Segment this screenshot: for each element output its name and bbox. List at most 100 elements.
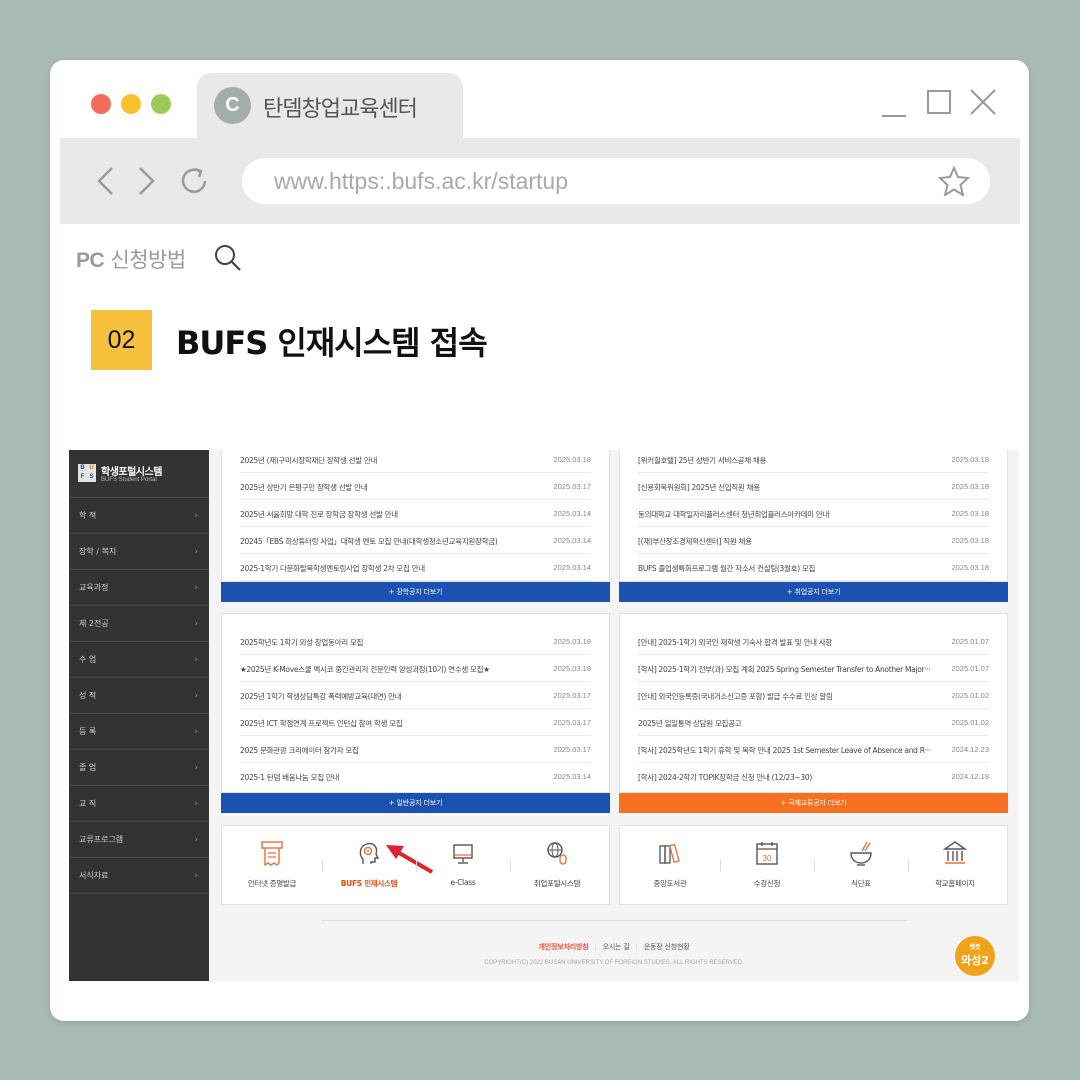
close-icon[interactable]	[970, 88, 996, 118]
portal-menu: 학 적 › 장학 / 복지 › 교육과정 › 제 2전공 › 수 업 › 성 적 › 등 록…	[69, 498, 209, 894]
step-number-badge: 02	[91, 310, 152, 370]
chevron-right-icon: ›	[194, 619, 198, 629]
list-item[interactable]: [학사] 2025-1학기 전부(과) 모집 계획 2025 Spring Se…	[638, 655, 989, 682]
chatbot-button[interactable]: 챗봇 와성2	[955, 936, 995, 976]
shortcuts-left: 인터넷 증명발급 BUFS 인재시스템 e-Class 취업포털시스템	[221, 825, 610, 905]
list-item[interactable]: [안내] 2025-1학기 외국인 재학생 기숙사 합격 발표 및 안내 사항 2…	[638, 628, 989, 655]
menu-item-registration[interactable]: 등 록 ›	[69, 714, 209, 750]
field-status-link[interactable]: 운동장 신청현황	[644, 943, 690, 951]
list-item[interactable]: ★2025년 K-Move스쿨 멕시코 중간관리자 전문인력 양성과정(10기)…	[240, 655, 591, 682]
footer-links: 개인정보처리방침 | 오시는 길 | 운동장 신청현황	[538, 943, 690, 951]
step-title: BUFS 인재시스템 접속	[176, 324, 488, 362]
zoom-window-dot[interactable]	[151, 94, 171, 114]
menu-item-second-major[interactable]: 제 2전공 ›	[69, 606, 209, 642]
chevron-right-icon: ›	[194, 583, 198, 593]
list-item[interactable]: [위커힐호텔] 25년 상반기 서비스공채 채용 2025.03.18	[638, 450, 989, 473]
chevron-right-icon: ›	[194, 799, 198, 809]
list-item[interactable]: 20245「EBS 희상튜터링 사업」대학생 멘토 모집 안내(대학생청소년교육…	[240, 527, 591, 554]
url-text: www.https:.bufs.ac.kr/startup	[274, 168, 569, 194]
international-more-button[interactable]: + 국제교류공지 더보기	[619, 793, 1008, 813]
chevron-right-icon: ›	[194, 547, 198, 557]
list-item[interactable]: BUFS 졸업생특화프로그램 월간 자소서 컨설팅(3월호) 모집 2025.03…	[638, 554, 989, 581]
page-content: PC 신청방법 02 BUFS 인재시스템 접속 B U F S 학생포털시스템…	[50, 224, 1029, 1021]
portal-sidebar: B U F S 학생포털시스템 BUFS Student Portal 학 적 ›…	[69, 450, 209, 981]
copyright: COPYRIGHT(C) 2022 BUSAN UNIVERSITY OF FO…	[484, 960, 744, 966]
list-item[interactable]: 2025년 1학기 학생상담특강 폭력예방교육(대면) 안내 2025.03.17	[240, 682, 591, 709]
menu-item-classes[interactable]: 수 업 ›	[69, 642, 209, 678]
rice-bowl-icon	[850, 841, 872, 866]
list-item[interactable]: [학사] 2025학년도 1학기 휴학 및 복학 안내 2025 1st Sem…	[638, 736, 989, 763]
close-window-dot[interactable]	[91, 94, 111, 114]
shortcut-menu[interactable]: 식단표	[815, 826, 907, 906]
building-icon	[943, 841, 967, 864]
chevron-right-icon: ›	[194, 727, 198, 737]
search-icon	[215, 245, 241, 271]
svg-text:30: 30	[763, 854, 772, 863]
privacy-link[interactable]: 개인정보처리방침	[539, 943, 589, 951]
menu-item-teaching[interactable]: 교 직 ›	[69, 786, 209, 822]
menu-item-grades[interactable]: 성 적 ›	[69, 678, 209, 714]
list-item[interactable]: 2025년 ICT 학점연계 프로젝트 인턴십 참여 학생 모집 2025.03.…	[240, 709, 591, 736]
list-item[interactable]: [안내] 외국인등록증(국내거소신고증 포함) 발급 수수료 인상 알림 2025…	[638, 682, 989, 709]
globe-mouse-icon	[547, 842, 567, 865]
bufs-logo-icon: B U F S	[78, 464, 96, 482]
list-item[interactable]: 2025-1학기 다문화탈북학생멘토링사업 장학생 2차 모집 안내 2025.0…	[240, 554, 591, 581]
list-item[interactable]: [(재)부산창조경제혁신센터] 직원 채용 2025.03.18	[638, 527, 989, 554]
minimize-window-dot[interactable]	[121, 94, 141, 114]
shortcut-certificate[interactable]: 인터넷 증명발급	[226, 826, 318, 906]
list-item[interactable]: 2025년 상반기 은평구민 장학생 선발 안내 2025.03.17	[240, 473, 591, 500]
menu-item-exchange[interactable]: 교류프로그램 ›	[69, 822, 209, 858]
list-item[interactable]: [신용회복위원회] 2025년 신입직원 채용 2025.03.18	[638, 473, 989, 500]
back-arrow-icon[interactable]	[90, 162, 124, 200]
portal-screenshot: B U F S 학생포털시스템 BUFS Student Portal 학 적 ›…	[69, 450, 1019, 981]
shortcuts-right: 중앙도서관 30 수강신청 식단표 학교홈페이지	[619, 825, 1008, 905]
portal-subtitle: BUFS Student Portal	[101, 477, 157, 483]
forward-arrow-icon[interactable]	[130, 162, 164, 200]
menu-item-graduation[interactable]: 졸 업 ›	[69, 750, 209, 786]
list-item[interactable]: 2025-1 탄뎀 배움나눔 모집 안내 2025.03.14	[240, 763, 591, 790]
bookmark-star-icon[interactable]	[938, 166, 970, 196]
reload-icon[interactable]	[178, 162, 212, 200]
list-item[interactable]: 2025 문화관광 크리에이터 참가자 모집 2025.03.17	[240, 736, 591, 763]
employment-more-button[interactable]: + 취업공지 더보기	[619, 582, 1008, 602]
employment-board: [위커힐호텔] 25년 상반기 서비스공채 채용 2025.03.18 [신용회복…	[619, 450, 1008, 582]
list-item[interactable]: [학사] 2024-2학기 TOPIK장학금 신청 안내 (12/23~30) 2…	[638, 763, 989, 790]
portal-name: 학생포털시스템	[101, 467, 162, 478]
international-board: [안내] 2025-1학기 외국인 재학생 기숙사 합격 발표 및 안내 사항 2…	[619, 613, 1008, 793]
general-board: 2025학년도 1학기 외성 창업동아리 모집 2025.03.18 ★2025년…	[221, 613, 610, 793]
shortcut-homepage[interactable]: 학교홈페이지	[909, 826, 1001, 906]
minimize-icon[interactable]	[882, 88, 906, 118]
chevron-right-icon: ›	[194, 655, 198, 665]
tab-favicon-icon: C	[214, 87, 251, 124]
maximize-icon[interactable]	[927, 88, 951, 118]
portal-header[interactable]: B U F S 학생포털시스템 BUFS Student Portal	[69, 450, 209, 498]
menu-item-forms[interactable]: 서식자료 ›	[69, 858, 209, 894]
list-item[interactable]: 동의대학교 대학일자리플러스센터 청년취업플러스아카데미 안내 2025.03.1…	[638, 500, 989, 527]
menu-item-curriculum[interactable]: 교육과정 ›	[69, 570, 209, 606]
scholarship-more-button[interactable]: + 장학공지 더보기	[221, 582, 610, 602]
list-item[interactable]: 2025년 서울희망 대학 진로 장학금 장학생 선발 안내 2025.03.14	[240, 500, 591, 527]
browser-tab[interactable]: C 탄뎀창업교육센터	[197, 73, 463, 139]
general-more-button[interactable]: + 일반공지 더보기	[221, 793, 610, 813]
calendar-icon: 30	[756, 842, 778, 865]
scholarship-board: 2025년 (재)구미시장학재단 장학생 선발 안내 2025.03.18 202…	[221, 450, 610, 582]
menu-item-academic[interactable]: 학 적 ›	[69, 498, 209, 534]
menu-item-scholarship[interactable]: 장학 / 복지 ›	[69, 534, 209, 570]
chevron-right-icon: ›	[194, 763, 198, 773]
shortcut-library[interactable]: 중앙도서관	[624, 826, 716, 906]
address-bar[interactable]: www.https:.bufs.ac.kr/startup	[242, 158, 990, 204]
directions-link[interactable]: 오시는 길	[603, 943, 630, 951]
list-item[interactable]: 2025년 (재)구미시장학재단 장학생 선발 안내 2025.03.18	[240, 450, 591, 473]
chevron-right-icon: ›	[194, 691, 198, 701]
certificate-icon	[261, 841, 283, 867]
shortcut-job-portal[interactable]: 취업포털시스템	[511, 826, 603, 906]
chevron-right-icon: ›	[194, 835, 198, 845]
shortcut-eclass[interactable]: e-Class	[417, 826, 509, 906]
pc-method-label: PC 신청방법	[76, 248, 186, 272]
shortcut-course-registration[interactable]: 30 수강신청	[721, 826, 813, 906]
chevron-right-icon: ›	[194, 871, 198, 881]
list-item[interactable]: 2025학년도 1학기 외성 창업동아리 모집 2025.03.18	[240, 628, 591, 655]
books-icon	[659, 843, 680, 864]
head-gear-icon	[359, 842, 380, 864]
list-item[interactable]: 2025년 일일통역 상담원 모집공고 2025.01.02	[638, 709, 989, 736]
